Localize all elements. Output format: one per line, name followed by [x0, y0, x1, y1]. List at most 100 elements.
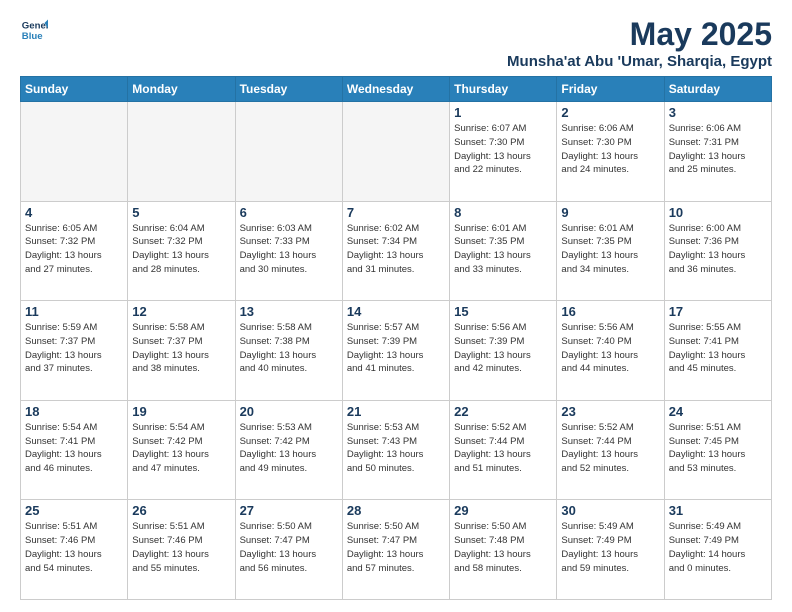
- calendar-cell: 10 Sunrise: 6:00 AM Sunset: 7:36 PM Dayli…: [664, 201, 771, 301]
- weekday-header-friday: Friday: [557, 77, 664, 102]
- calendar-cell: 6 Sunrise: 6:03 AM Sunset: 7:33 PM Daylig…: [235, 201, 342, 301]
- day-number: 30: [561, 503, 659, 518]
- day-info: Sunrise: 6:01 AM Sunset: 7:35 PM Dayligh…: [454, 222, 552, 277]
- calendar-header: SundayMondayTuesdayWednesdayThursdayFrid…: [21, 77, 772, 102]
- day-info: Sunrise: 5:53 AM Sunset: 7:43 PM Dayligh…: [347, 421, 445, 476]
- day-number: 4: [25, 205, 123, 220]
- logo: General Blue: [20, 16, 48, 44]
- day-number: 22: [454, 404, 552, 419]
- day-number: 15: [454, 304, 552, 319]
- calendar-cell: 2 Sunrise: 6:06 AM Sunset: 7:30 PM Daylig…: [557, 102, 664, 202]
- day-info: Sunrise: 6:02 AM Sunset: 7:34 PM Dayligh…: [347, 222, 445, 277]
- calendar-cell: 8Sunrise: 6:01 AM Sunset: 7:35 PM Daylig…: [450, 201, 557, 301]
- calendar-cell: 30 Sunrise: 5:49 AM Sunset: 7:49 PM Dayli…: [557, 500, 664, 600]
- day-number: 21: [347, 404, 445, 419]
- svg-text:General: General: [22, 20, 48, 31]
- day-number: 28: [347, 503, 445, 518]
- weekday-header-monday: Monday: [128, 77, 235, 102]
- weekday-row: SundayMondayTuesdayWednesdayThursdayFrid…: [21, 77, 772, 102]
- calendar-cell: [21, 102, 128, 202]
- calendar: SundayMondayTuesdayWednesdayThursdayFrid…: [20, 76, 772, 600]
- day-info: Sunrise: 5:53 AM Sunset: 7:42 PM Dayligh…: [240, 421, 338, 476]
- weekday-header-thursday: Thursday: [450, 77, 557, 102]
- day-info: Sunrise: 5:59 AM Sunset: 7:37 PM Dayligh…: [25, 321, 123, 376]
- calendar-cell: 21 Sunrise: 5:53 AM Sunset: 7:43 PM Dayli…: [342, 400, 449, 500]
- header: General Blue May 2025 Munsha'at Abu 'Uma…: [20, 16, 772, 70]
- day-info: Sunrise: 5:54 AM Sunset: 7:42 PM Dayligh…: [132, 421, 230, 476]
- day-number: 7: [347, 205, 445, 220]
- calendar-cell: 11 Sunrise: 5:59 AM Sunset: 7:37 PM Dayli…: [21, 301, 128, 401]
- calendar-cell: 23Sunrise: 5:52 AM Sunset: 7:44 PM Dayli…: [557, 400, 664, 500]
- calendar-cell: 7 Sunrise: 6:02 AM Sunset: 7:34 PM Daylig…: [342, 201, 449, 301]
- day-info: Sunrise: 5:58 AM Sunset: 7:38 PM Dayligh…: [240, 321, 338, 376]
- day-info: Sunrise: 6:05 AM Sunset: 7:32 PM Dayligh…: [25, 222, 123, 277]
- day-info: Sunrise: 5:54 AM Sunset: 7:41 PM Dayligh…: [25, 421, 123, 476]
- day-number: 3: [669, 105, 767, 120]
- calendar-cell: 4 Sunrise: 6:05 AM Sunset: 7:32 PM Daylig…: [21, 201, 128, 301]
- day-info: Sunrise: 6:06 AM Sunset: 7:30 PM Dayligh…: [561, 122, 659, 177]
- calendar-body: 1 Sunrise: 6:07 AM Sunset: 7:30 PM Daylig…: [21, 102, 772, 600]
- calendar-cell: 25 Sunrise: 5:51 AM Sunset: 7:46 PM Dayli…: [21, 500, 128, 600]
- calendar-cell: 20 Sunrise: 5:53 AM Sunset: 7:42 PM Dayli…: [235, 400, 342, 500]
- day-info: Sunrise: 5:50 AM Sunset: 7:47 PM Dayligh…: [240, 520, 338, 575]
- day-number: 1: [454, 105, 552, 120]
- day-info: Sunrise: 5:58 AM Sunset: 7:37 PM Dayligh…: [132, 321, 230, 376]
- day-number: 19: [132, 404, 230, 419]
- day-number: 2: [561, 105, 659, 120]
- day-number: 17: [669, 304, 767, 319]
- weekday-header-sunday: Sunday: [21, 77, 128, 102]
- day-info: Sunrise: 6:04 AM Sunset: 7:32 PM Dayligh…: [132, 222, 230, 277]
- main-title: May 2025: [507, 16, 772, 53]
- day-info: Sunrise: 5:56 AM Sunset: 7:39 PM Dayligh…: [454, 321, 552, 376]
- logo-icon: General Blue: [20, 16, 48, 44]
- calendar-cell: [342, 102, 449, 202]
- day-number: 31: [669, 503, 767, 518]
- svg-text:Blue: Blue: [22, 31, 43, 42]
- calendar-cell: 27 Sunrise: 5:50 AM Sunset: 7:47 PM Dayli…: [235, 500, 342, 600]
- calendar-cell: 13Sunrise: 5:58 AM Sunset: 7:38 PM Dayli…: [235, 301, 342, 401]
- day-info: Sunrise: 6:03 AM Sunset: 7:33 PM Dayligh…: [240, 222, 338, 277]
- calendar-cell: 3 Sunrise: 6:06 AM Sunset: 7:31 PM Daylig…: [664, 102, 771, 202]
- day-number: 10: [669, 205, 767, 220]
- day-number: 25: [25, 503, 123, 518]
- calendar-cell: 24Sunrise: 5:51 AM Sunset: 7:45 PM Dayli…: [664, 400, 771, 500]
- weekday-header-wednesday: Wednesday: [342, 77, 449, 102]
- calendar-cell: 9Sunrise: 6:01 AM Sunset: 7:35 PM Daylig…: [557, 201, 664, 301]
- day-info: Sunrise: 5:55 AM Sunset: 7:41 PM Dayligh…: [669, 321, 767, 376]
- day-info: Sunrise: 5:51 AM Sunset: 7:46 PM Dayligh…: [132, 520, 230, 575]
- day-number: 18: [25, 404, 123, 419]
- day-info: Sunrise: 6:06 AM Sunset: 7:31 PM Dayligh…: [669, 122, 767, 177]
- calendar-cell: 29Sunrise: 5:50 AM Sunset: 7:48 PM Dayli…: [450, 500, 557, 600]
- day-number: 6: [240, 205, 338, 220]
- day-info: Sunrise: 6:00 AM Sunset: 7:36 PM Dayligh…: [669, 222, 767, 277]
- day-number: 27: [240, 503, 338, 518]
- calendar-cell: 17 Sunrise: 5:55 AM Sunset: 7:41 PM Dayli…: [664, 301, 771, 401]
- day-number: 29: [454, 503, 552, 518]
- subtitle: Munsha'at Abu 'Umar, Sharqia, Egypt: [507, 53, 772, 70]
- day-info: Sunrise: 5:51 AM Sunset: 7:46 PM Dayligh…: [25, 520, 123, 575]
- calendar-cell: 26 Sunrise: 5:51 AM Sunset: 7:46 PM Dayli…: [128, 500, 235, 600]
- week-row-2: 4 Sunrise: 6:05 AM Sunset: 7:32 PM Daylig…: [21, 201, 772, 301]
- calendar-cell: [235, 102, 342, 202]
- day-number: 26: [132, 503, 230, 518]
- calendar-cell: 22Sunrise: 5:52 AM Sunset: 7:44 PM Dayli…: [450, 400, 557, 500]
- weekday-header-saturday: Saturday: [664, 77, 771, 102]
- calendar-cell: 5Sunrise: 6:04 AM Sunset: 7:32 PM Daylig…: [128, 201, 235, 301]
- day-number: 23: [561, 404, 659, 419]
- day-number: 11: [25, 304, 123, 319]
- day-number: 14: [347, 304, 445, 319]
- calendar-cell: 12Sunrise: 5:58 AM Sunset: 7:37 PM Dayli…: [128, 301, 235, 401]
- page: General Blue May 2025 Munsha'at Abu 'Uma…: [0, 0, 792, 612]
- calendar-cell: 15 Sunrise: 5:56 AM Sunset: 7:39 PM Dayli…: [450, 301, 557, 401]
- day-number: 20: [240, 404, 338, 419]
- day-info: Sunrise: 5:49 AM Sunset: 7:49 PM Dayligh…: [561, 520, 659, 575]
- calendar-cell: 16Sunrise: 5:56 AM Sunset: 7:40 PM Dayli…: [557, 301, 664, 401]
- week-row-4: 18 Sunrise: 5:54 AM Sunset: 7:41 PM Dayli…: [21, 400, 772, 500]
- calendar-cell: 18 Sunrise: 5:54 AM Sunset: 7:41 PM Dayli…: [21, 400, 128, 500]
- day-number: 24: [669, 404, 767, 419]
- weekday-header-tuesday: Tuesday: [235, 77, 342, 102]
- day-info: Sunrise: 5:49 AM Sunset: 7:49 PM Dayligh…: [669, 520, 767, 575]
- calendar-cell: 28Sunrise: 5:50 AM Sunset: 7:47 PM Dayli…: [342, 500, 449, 600]
- calendar-cell: 1 Sunrise: 6:07 AM Sunset: 7:30 PM Daylig…: [450, 102, 557, 202]
- day-info: Sunrise: 6:07 AM Sunset: 7:30 PM Dayligh…: [454, 122, 552, 177]
